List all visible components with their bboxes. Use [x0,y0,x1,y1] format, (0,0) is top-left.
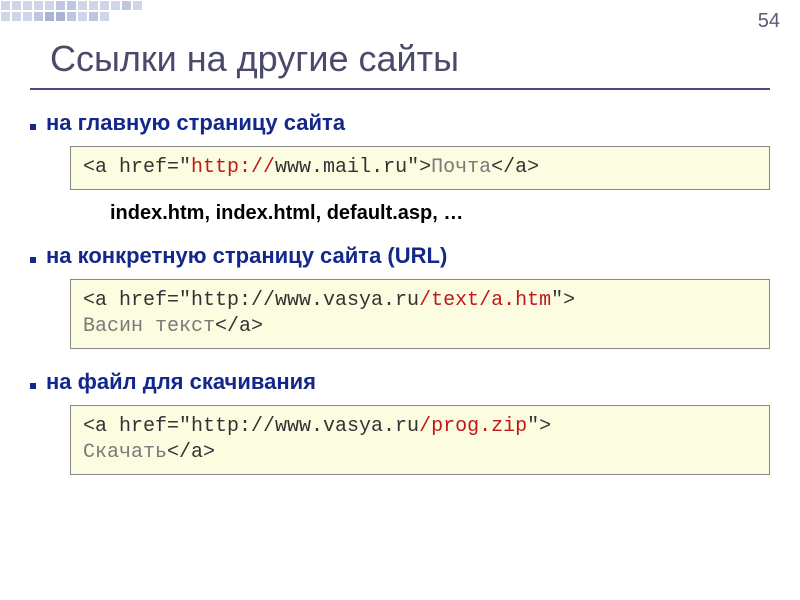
bullet-icon [30,257,36,263]
code-text: </a> [167,441,215,464]
slide-decoration [0,0,800,30]
code-linktext: Скачать [83,441,167,464]
code-scheme: http:// [191,156,275,179]
page-number: 54 [758,10,780,33]
bullet-text: на файл для скачивания [46,369,316,395]
bullet-text: на конкретную страницу сайта (URL) [46,243,447,269]
code-linktext: Васин текст [83,315,215,338]
code-path: /prog.zip [419,415,527,438]
code-text: "> [551,289,575,312]
title-underline [30,88,770,90]
sub-note: index.htm, index.html, default.asp, … [110,202,770,225]
slide-content: на главную страницу сайта <a href="http:… [30,110,770,487]
code-linktext: Почта [431,156,491,179]
bullet-icon [30,124,36,130]
code-example: <a href="http://www.mail.ru">Почта</a> [70,146,770,190]
code-text: <a href=" [83,156,191,179]
bullet-item: на файл для скачивания [30,369,770,395]
code-text: </a> [215,315,263,338]
bullet-icon [30,383,36,389]
code-example: <a href="http://www.vasya.ru/text/a.htm"… [70,279,770,349]
code-path: /text/a.htm [419,289,551,312]
code-text: www.mail.ru"> [275,156,431,179]
bullet-text: на главную страницу сайта [46,110,345,136]
slide-title: Ссылки на другие сайты [50,38,459,80]
code-text: "> [527,415,551,438]
bullet-item: на конкретную страницу сайта (URL) [30,243,770,269]
code-text: <a href="http://www.vasya.ru [83,415,419,438]
code-text: <a href="http://www.vasya.ru [83,289,419,312]
code-text: </a> [491,156,539,179]
bullet-item: на главную страницу сайта [30,110,770,136]
code-example: <a href="http://www.vasya.ru/prog.zip"> С… [70,405,770,475]
